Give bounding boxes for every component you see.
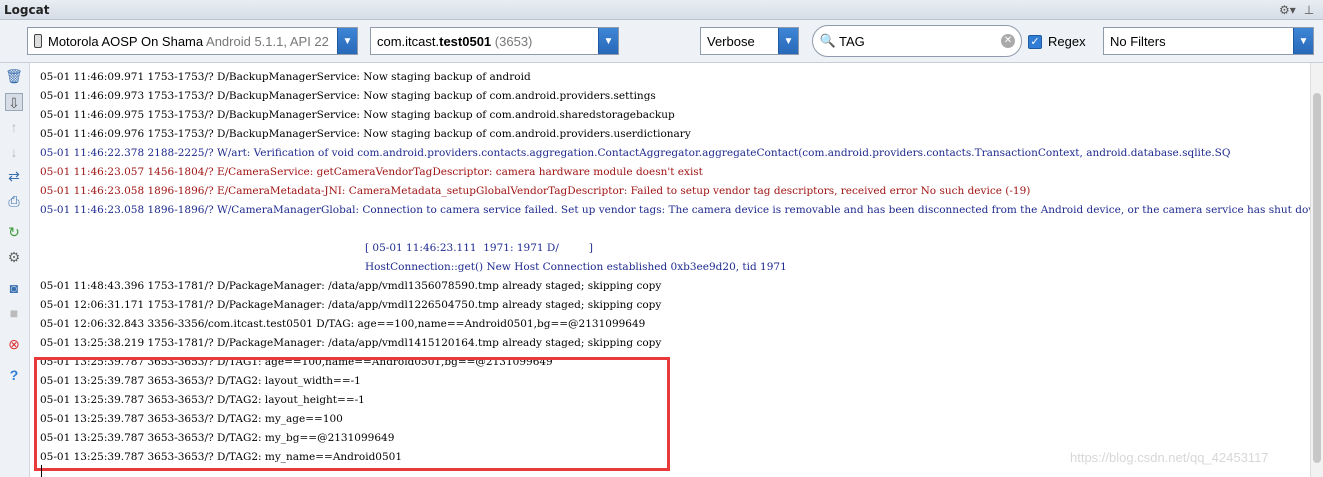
vertical-scrollbar[interactable] (1310, 63, 1323, 477)
restart-icon[interactable]: ↻ (5, 223, 23, 241)
log-output[interactable]: 05-01 11:46:09.971 1753-1753/? D/BackupM… (31, 63, 1310, 477)
log-line[interactable]: 05-01 11:46:23.057 1456-1804/? E/CameraS… (40, 163, 703, 182)
log-line[interactable]: HostConnection::get() New Host Connectio… (365, 258, 787, 277)
stop-icon[interactable]: ■ (5, 304, 23, 322)
device-detail: Android 5.1.1, API 22 (206, 33, 329, 49)
up-arrow-icon[interactable]: ↑ (5, 118, 23, 136)
settings-icon[interactable]: ⚙ (5, 248, 23, 266)
log-line[interactable]: 05-01 11:48:43.396 1753-1781/? D/Package… (40, 277, 661, 296)
down-arrow-icon[interactable]: ↓ (5, 143, 23, 161)
trash-icon[interactable]: 🗑 (5, 67, 23, 85)
search-icon[interactable]: 🔍 (817, 33, 839, 49)
chevron-down-icon[interactable]: ▼ (778, 28, 798, 54)
process-prefix: com.itcast. (377, 33, 440, 49)
pin-icon[interactable]: ⊥ (1301, 2, 1317, 18)
highlight-box (34, 357, 670, 471)
scrollbar-thumb[interactable] (1313, 93, 1321, 463)
regex-label: Regex (1048, 34, 1086, 49)
chevron-down-icon[interactable]: ▼ (1293, 28, 1313, 54)
text-cursor (41, 465, 42, 477)
device-selector[interactable]: Motorola AOSP On Shama Android 5.1.1, AP… (27, 27, 358, 55)
help-icon[interactable]: ? (5, 366, 23, 384)
log-line[interactable]: 05-01 13:25:38.219 1753-1781/? D/Package… (40, 334, 661, 353)
search-value[interactable]: TAG (839, 34, 1001, 49)
log-line[interactable]: 05-01 12:06:32.843 3356-3356/com.itcast.… (40, 315, 645, 334)
regex-checkbox[interactable]: ✓ (1028, 34, 1042, 49)
log-line[interactable]: 05-01 11:46:22.378 2188-2225/? W/art: Ve… (40, 144, 1230, 163)
toolbar: Motorola AOSP On Shama Android 5.1.1, AP… (0, 20, 1323, 63)
filter-value: No Filters (1110, 33, 1166, 49)
title-bar: Logcat ⚙▾ ⊥ (0, 0, 1323, 20)
soft-wrap-icon[interactable]: ⇄ (5, 167, 23, 185)
chevron-down-icon[interactable]: ▼ (337, 28, 357, 54)
log-line[interactable]: 05-01 12:06:31.171 1753-1781/? D/Package… (40, 296, 661, 315)
process-name: test0501 (439, 33, 492, 49)
log-level-value: Verbose (707, 33, 755, 49)
close-icon[interactable]: ⊗ (5, 335, 23, 353)
phone-icon (34, 34, 42, 48)
log-line[interactable]: 05-01 11:46:09.975 1753-1753/? D/BackupM… (40, 106, 675, 125)
chevron-down-icon[interactable]: ▼ (598, 28, 618, 54)
regex-toggle[interactable]: ✓ Regex (1028, 34, 1086, 49)
process-selector[interactable]: com.itcast.test0501 (3653) ▼ (370, 27, 619, 55)
print-icon[interactable]: ⎙ (5, 192, 23, 210)
screenshot-icon[interactable]: ◙ (5, 279, 23, 297)
log-line[interactable]: [ 05-01 11:46:23.111 1971: 1971 D/ ] (365, 239, 593, 258)
log-level-selector[interactable]: Verbose ▼ (700, 27, 799, 55)
scroll-to-end-icon[interactable]: ⇩ (5, 93, 23, 111)
window-title: Logcat (4, 3, 50, 17)
device-name: Motorola AOSP On Shama (48, 33, 204, 49)
watermark: https://blog.csdn.net/qq_42453117 (1070, 450, 1269, 465)
logcat-tool-strip: 🗑 ⇩ ↑ ↓ ⇄ ⎙ ↻ ⚙ ◙ ■ ⊗ ? (0, 63, 30, 477)
log-line[interactable]: 05-01 11:46:09.971 1753-1753/? D/BackupM… (40, 68, 531, 87)
log-line[interactable]: 05-01 11:46:23.058 1896-1896/? W/CameraM… (40, 201, 1310, 220)
clear-search-icon[interactable]: ✕ (1001, 34, 1015, 48)
log-line[interactable]: 05-01 11:46:23.058 1896-1896/? E/CameraM… (40, 182, 1030, 201)
filter-selector[interactable]: No Filters ▼ (1103, 27, 1314, 55)
log-line[interactable]: 05-01 11:46:09.973 1753-1753/? D/BackupM… (40, 87, 656, 106)
process-pid: (3653) (494, 33, 533, 49)
search-input[interactable]: 🔍 TAG ✕ (812, 25, 1022, 57)
gear-icon[interactable]: ⚙▾ (1279, 2, 1296, 18)
log-line[interactable]: 05-01 11:46:09.976 1753-1753/? D/BackupM… (40, 125, 691, 144)
